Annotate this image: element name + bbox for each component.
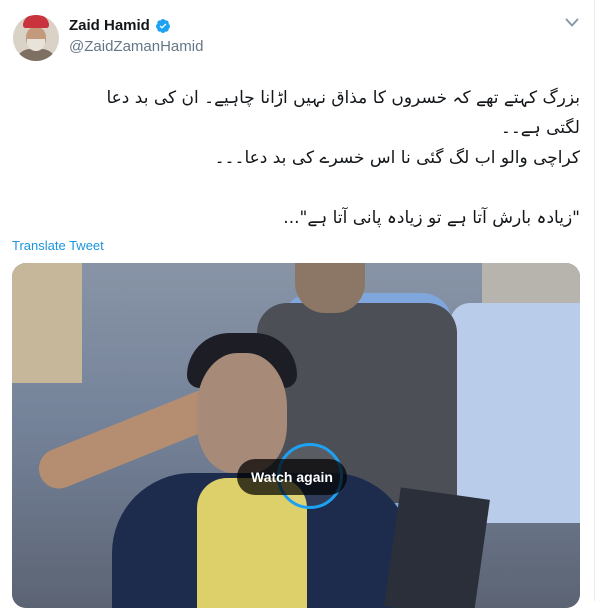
tweet-line: کراچی والو اب لگ گئی نا اس خسرے کی بد دع… [214,148,580,168]
tweet-line: بزرگ کہتے تھے کہ خسروں کا مذاق نہیں اڑان… [106,88,580,108]
author-display-name[interactable]: Zaid Hamid [69,17,150,34]
author-name-row[interactable]: Zaid Hamid [69,17,171,34]
watch-again-button[interactable]: Watch again [237,459,347,495]
translate-tweet-link[interactable]: Translate Tweet [12,238,104,253]
tweet-line: لگتی ہے۔۔ [500,118,580,138]
video-player[interactable]: Watch again [12,263,580,608]
tweet-text: بزرگ کہتے تھے کہ خسروں کا مذاق نہیں اڑان… [10,83,580,233]
avatar[interactable] [13,15,59,61]
verified-badge-icon [155,18,171,34]
chevron-down-icon[interactable] [563,14,581,32]
tweet-card: Zaid Hamid @ZaidZamanHamid بزرگ کہتے تھے… [0,0,595,608]
tweet-line: "زیادہ بارش آتا ہے تو زیادہ پانی آتا ہے"… [283,208,580,228]
author-handle[interactable]: @ZaidZamanHamid [69,38,203,55]
